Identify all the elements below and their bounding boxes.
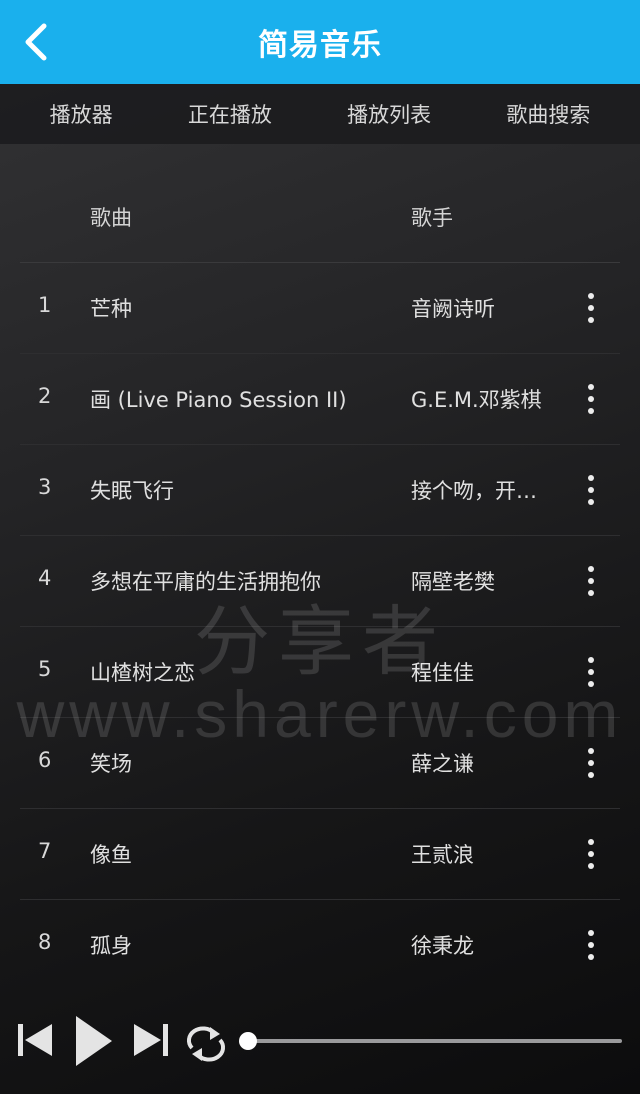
more-options-icon[interactable]: [576, 564, 606, 598]
song-title: 画 (Live Piano Session II): [90, 388, 347, 412]
more-options-icon[interactable]: [576, 655, 606, 689]
more-options-icon[interactable]: [576, 746, 606, 780]
tab-player[interactable]: 播放器: [44, 91, 119, 137]
tab-bar: 播放器 正在播放 播放列表 歌曲搜索: [0, 84, 640, 144]
list-header: 歌曲 歌手: [20, 172, 620, 263]
song-title: 山楂树之恋: [90, 661, 195, 685]
song-row[interactable]: 8 孤身 徐秉龙: [20, 900, 620, 991]
song-title: 像鱼: [90, 843, 132, 867]
song-row[interactable]: 1 芒种 音阙诗听: [20, 263, 620, 354]
app-header: 简易音乐: [0, 0, 640, 84]
column-header-artist: 歌手: [411, 206, 453, 230]
page-title: 简易音乐: [258, 28, 382, 63]
song-row[interactable]: 4 多想在平庸的生活拥抱你 隔壁老樊: [20, 536, 620, 627]
song-row[interactable]: 5 山楂树之恋 程佳佳: [20, 627, 620, 718]
artist-name: 程佳佳: [411, 661, 474, 685]
track-number: 5: [38, 657, 52, 681]
song-title: 笑场: [90, 752, 132, 776]
song-title: 多想在平庸的生活拥抱你: [90, 570, 321, 594]
tab-playlist[interactable]: 播放列表: [341, 91, 437, 137]
artist-name: G.E.M.邓紫棋: [411, 388, 542, 412]
song-title: 孤身: [90, 934, 132, 958]
tab-song-search[interactable]: 歌曲搜索: [500, 91, 596, 137]
more-options-icon[interactable]: [576, 928, 606, 962]
artist-name: 薛之谦: [411, 752, 474, 776]
tab-now-playing[interactable]: 正在播放: [182, 91, 278, 137]
song-list: 歌曲 歌手 1 芒种 音阙诗听 2 画 (Live Piano Session …: [20, 172, 620, 991]
track-number: 1: [38, 293, 52, 317]
player-controls: [0, 1006, 640, 1078]
artist-name: 音阙诗听: [411, 297, 495, 321]
more-options-icon[interactable]: [576, 837, 606, 871]
artist-name: 王贰浪: [411, 843, 474, 867]
more-options-icon[interactable]: [576, 382, 606, 416]
artist-name: 徐秉龙: [411, 934, 474, 958]
column-header-song: 歌曲: [90, 206, 132, 230]
track-number: 3: [38, 475, 52, 499]
more-options-icon[interactable]: [576, 473, 606, 507]
play-icon[interactable]: [74, 1014, 114, 1068]
track-number: 2: [38, 384, 52, 408]
track-number: 8: [38, 930, 52, 954]
progress-track[interactable]: [248, 1039, 622, 1043]
track-number: 4: [38, 566, 52, 590]
song-row[interactable]: 6 笑场 薛之谦: [20, 718, 620, 809]
song-row[interactable]: 7 像鱼 王贰浪: [20, 809, 620, 900]
song-row[interactable]: 2 画 (Live Piano Session II) G.E.M.邓紫棋: [20, 354, 620, 445]
chevron-left-icon: [25, 23, 47, 61]
artist-name: 接个吻，开…: [411, 479, 537, 503]
artist-name: 隔壁老樊: [411, 570, 495, 594]
repeat-icon[interactable]: [184, 1024, 228, 1064]
back-button[interactable]: [14, 20, 58, 64]
song-row[interactable]: 3 失眠飞行 接个吻，开…: [20, 445, 620, 536]
progress-knob[interactable]: [239, 1032, 257, 1050]
next-track-icon[interactable]: [132, 1020, 170, 1060]
track-number: 6: [38, 748, 52, 772]
song-title: 失眠飞行: [90, 479, 174, 503]
track-number: 7: [38, 839, 52, 863]
more-options-icon[interactable]: [576, 291, 606, 325]
previous-track-icon[interactable]: [16, 1020, 54, 1060]
song-title: 芒种: [90, 297, 132, 321]
